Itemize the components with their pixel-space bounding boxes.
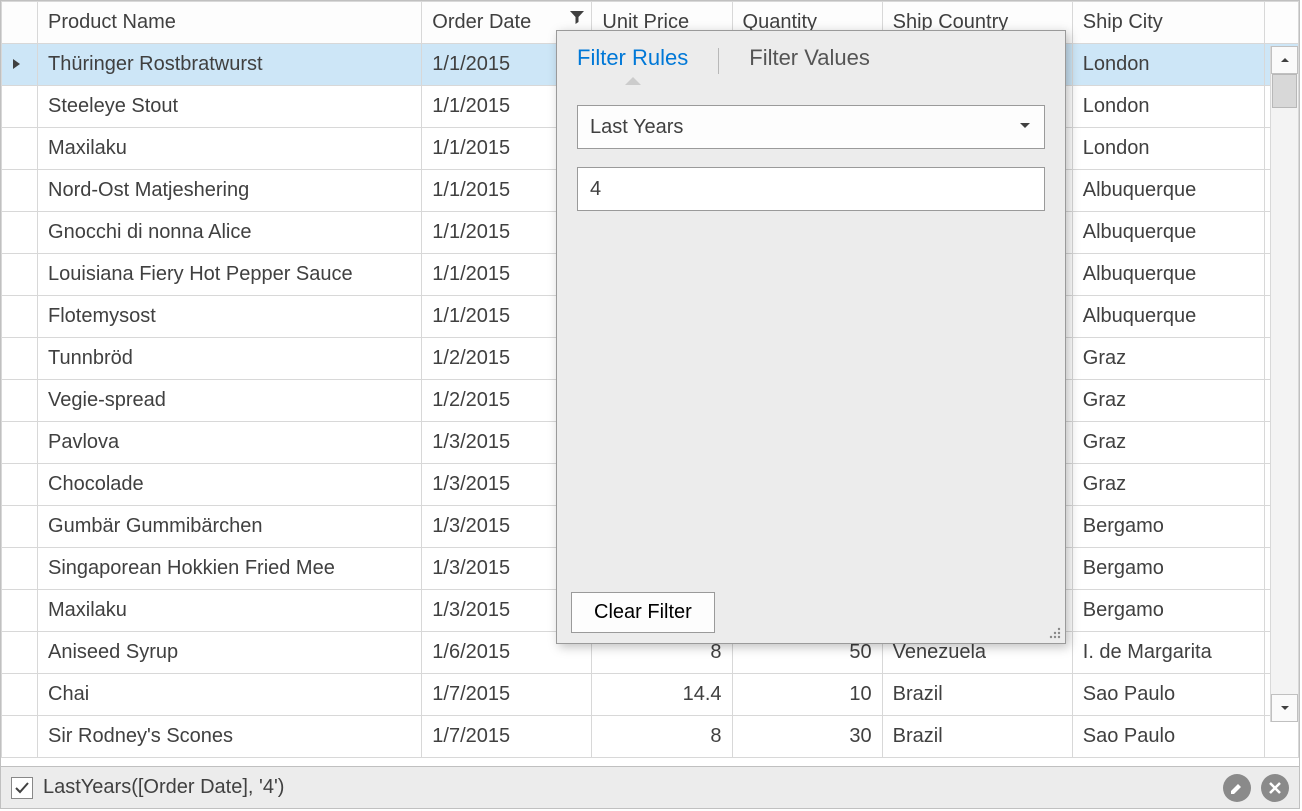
filter-popup-body: Last Years 4 xyxy=(557,81,1065,582)
cell-product[interactable]: Gnocchi di nonna Alice xyxy=(38,212,422,254)
scroll-thumb[interactable] xyxy=(1272,74,1297,108)
cell-price[interactable]: 14.4 xyxy=(592,674,732,716)
cell-product[interactable]: Tunnbröd xyxy=(38,338,422,380)
row-indicator xyxy=(2,422,38,464)
filter-enabled-checkbox[interactable] xyxy=(11,777,33,799)
scroll-down-button[interactable] xyxy=(1271,694,1298,722)
header-order-date-label: Order Date xyxy=(432,11,531,33)
scroll-track[interactable] xyxy=(1271,74,1298,694)
row-indicator xyxy=(2,170,38,212)
row-indicator xyxy=(2,464,38,506)
cell-city[interactable]: Graz xyxy=(1072,338,1264,380)
filter-panel: LastYears([Order Date], '4') xyxy=(1,766,1299,808)
cell-city[interactable]: Bergamo xyxy=(1072,506,1264,548)
row-indicator xyxy=(2,338,38,380)
cell-qty[interactable]: 30 xyxy=(732,716,882,758)
row-indicator xyxy=(2,86,38,128)
cell-product[interactable]: Pavlova xyxy=(38,422,422,464)
cell-product[interactable]: Maxilaku xyxy=(38,590,422,632)
row-indicator xyxy=(2,380,38,422)
header-product[interactable]: Product Name xyxy=(38,2,422,44)
tab-filter-values[interactable]: Filter Values xyxy=(749,45,870,77)
cell-city[interactable]: Graz xyxy=(1072,422,1264,464)
tab-filter-rules[interactable]: Filter Rules xyxy=(577,45,688,77)
cell-product[interactable]: Louisiana Fiery Hot Pepper Sauce xyxy=(38,254,422,296)
cell-product[interactable]: Sir Rodney's Scones xyxy=(38,716,422,758)
filter-rule-type-value: Last Years xyxy=(590,116,683,139)
header-product-label: Product Name xyxy=(48,11,176,33)
cell-city[interactable]: Bergamo xyxy=(1072,590,1264,632)
cell-city[interactable]: I. de Margarita xyxy=(1072,632,1264,674)
cell-product[interactable]: Flotemysost xyxy=(38,296,422,338)
filter-rule-value-text: 4 xyxy=(590,178,601,201)
cell-city[interactable]: Albuquerque xyxy=(1072,170,1264,212)
cell-product[interactable]: Aniseed Syrup xyxy=(38,632,422,674)
cell-city[interactable]: Bergamo xyxy=(1072,548,1264,590)
cell-date[interactable]: 1/7/2015 xyxy=(422,716,592,758)
filter-popup-footer: Clear Filter xyxy=(557,582,1065,643)
cell-city[interactable]: London xyxy=(1072,86,1264,128)
cell-city[interactable]: Sao Paulo xyxy=(1072,674,1264,716)
cell-city[interactable]: Graz xyxy=(1072,380,1264,422)
cell-product[interactable]: Maxilaku xyxy=(38,128,422,170)
cell-qty[interactable]: 10 xyxy=(732,674,882,716)
cell-price[interactable]: 8 xyxy=(592,716,732,758)
row-indicator xyxy=(2,128,38,170)
cell-country[interactable]: Brazil xyxy=(882,674,1072,716)
row-indicator xyxy=(2,212,38,254)
cell-city[interactable]: Albuquerque xyxy=(1072,212,1264,254)
filter-rule-type-combo[interactable]: Last Years xyxy=(577,105,1045,149)
cell-product[interactable]: Gumbär Gummibärchen xyxy=(38,506,422,548)
cell-product[interactable]: Steeleye Stout xyxy=(38,86,422,128)
cell-city[interactable]: London xyxy=(1072,44,1264,86)
filter-expression-text: LastYears([Order Date], '4') xyxy=(43,776,284,799)
clear-filter-button[interactable] xyxy=(1261,774,1289,802)
header-ship-city[interactable]: Ship City xyxy=(1072,2,1264,44)
cell-city[interactable]: Albuquerque xyxy=(1072,296,1264,338)
cell-city[interactable]: Graz xyxy=(1072,464,1264,506)
cell-product[interactable]: Singaporean Hokkien Fried Mee xyxy=(38,548,422,590)
cell-country[interactable]: Brazil xyxy=(882,716,1072,758)
cell-product[interactable]: Chai xyxy=(38,674,422,716)
row-indicator xyxy=(2,506,38,548)
table-row[interactable]: Chai1/7/201514.410BrazilSao Paulo xyxy=(2,674,1299,716)
cell-city[interactable]: Sao Paulo xyxy=(1072,716,1264,758)
cell-city[interactable]: Albuquerque xyxy=(1072,254,1264,296)
row-indicator xyxy=(2,632,38,674)
cell-city[interactable]: London xyxy=(1072,128,1264,170)
header-ship-city-label: Ship City xyxy=(1083,11,1163,33)
row-indicator xyxy=(2,590,38,632)
vertical-scrollbar[interactable] xyxy=(1270,46,1298,722)
header-spacer xyxy=(1264,2,1298,44)
cell-product[interactable]: Nord-Ost Matjeshering xyxy=(38,170,422,212)
filter-icon[interactable] xyxy=(569,8,585,31)
clear-filter-popup-button[interactable]: Clear Filter xyxy=(571,592,715,633)
header-indicator xyxy=(2,2,38,44)
row-indicator xyxy=(2,44,38,86)
filter-rule-value-input[interactable]: 4 xyxy=(577,167,1045,211)
row-indicator xyxy=(2,254,38,296)
resize-grip-icon[interactable] xyxy=(1045,623,1061,639)
row-indicator xyxy=(2,674,38,716)
tab-separator xyxy=(718,48,719,74)
scroll-up-button[interactable] xyxy=(1271,46,1298,74)
cell-date[interactable]: 1/7/2015 xyxy=(422,674,592,716)
chevron-down-icon xyxy=(1018,116,1032,139)
row-indicator xyxy=(2,548,38,590)
row-indicator xyxy=(2,716,38,758)
row-indicator xyxy=(2,296,38,338)
cell-product[interactable]: Thüringer Rostbratwurst xyxy=(38,44,422,86)
cell-product[interactable]: Vegie-spread xyxy=(38,380,422,422)
edit-filter-button[interactable] xyxy=(1223,774,1251,802)
table-row[interactable]: Sir Rodney's Scones1/7/2015830BrazilSao … xyxy=(2,716,1299,758)
filter-popup-tabs: Filter Rules Filter Values xyxy=(557,31,1065,81)
filter-popup: Filter Rules Filter Values Last Years 4 … xyxy=(556,30,1066,644)
cell-product[interactable]: Chocolade xyxy=(38,464,422,506)
